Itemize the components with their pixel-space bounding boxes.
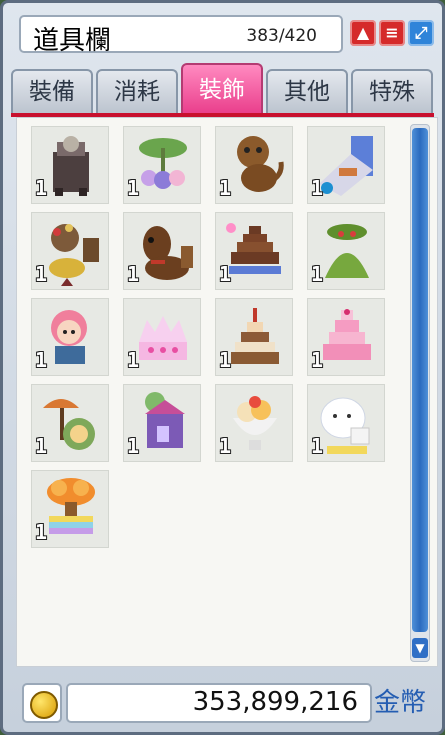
tab-etc[interactable]: 其他 <box>266 69 348 113</box>
item-quantity: 1 <box>219 434 232 458</box>
item-quantity: 1 <box>127 176 140 200</box>
menu-button[interactable]: ≡ <box>379 20 405 46</box>
item-slot[interactable]: 1 <box>123 384 201 462</box>
scrollbar-thumb[interactable] <box>412 128 428 632</box>
inventory-capacity: 383/420 <box>246 26 317 46</box>
item-slot[interactable]: 1 <box>215 298 293 376</box>
item-slot[interactable]: 1 <box>31 384 109 462</box>
item-slot[interactable]: 1 <box>123 126 201 204</box>
item-quantity: 1 <box>219 176 232 200</box>
item-quantity: 1 <box>219 348 232 372</box>
item-slot[interactable]: 1 <box>307 212 385 290</box>
item-quantity: 1 <box>127 348 140 372</box>
item-quantity: 1 <box>219 262 232 286</box>
item-slot[interactable]: 1 <box>307 126 385 204</box>
item-quantity: 1 <box>311 348 324 372</box>
tab-consumables[interactable]: 消耗 <box>96 69 178 113</box>
inventory-window: 道具欄 383/420 ▲ ≡ ⤢ 裝備 消耗 裝飾 其他 特殊 1 1 1 1… <box>0 0 445 735</box>
currency-label: 金幣 <box>374 688 427 718</box>
tab-special[interactable]: 特殊 <box>351 69 433 113</box>
item-quantity: 1 <box>35 176 48 200</box>
tab-equipment[interactable]: 裝備 <box>11 69 93 113</box>
money-bar: 353,899,216 金幣 <box>18 677 438 723</box>
title-box: 道具欄 383/420 <box>19 15 343 56</box>
money-field: 353,899,216 <box>66 683 372 723</box>
item-slot[interactable]: 1 <box>123 212 201 290</box>
item-slot[interactable]: 1 <box>31 212 109 290</box>
item-slot[interactable]: 1 <box>31 126 109 204</box>
item-quantity: 1 <box>311 434 324 458</box>
item-quantity: 1 <box>311 176 324 200</box>
item-quantity: 1 <box>311 262 324 286</box>
inventory-scrollbar[interactable]: ▼ <box>410 124 430 662</box>
item-slot[interactable]: 1 <box>31 298 109 376</box>
item-quantity: 1 <box>35 434 48 458</box>
title-bar: 道具欄 383/420 ▲ ≡ ⤢ <box>11 11 434 56</box>
scroll-down-button[interactable]: ▼ <box>412 638 428 658</box>
item-quantity: 1 <box>127 434 140 458</box>
item-quantity: 1 <box>35 262 48 286</box>
coin-icon <box>30 691 58 719</box>
item-slot[interactable]: 1 <box>307 384 385 462</box>
item-slot[interactable]: 1 <box>215 212 293 290</box>
tab-decorations[interactable]: 裝飾 <box>181 63 263 113</box>
item-slot[interactable]: 1 <box>31 470 109 548</box>
item-quantity: 1 <box>35 348 48 372</box>
item-slot[interactable]: 1 <box>307 298 385 376</box>
items-panel: 1 1 1 1 1 1 1 1 1 1 1 1 1 1 1 1 1 ▼ <box>16 117 438 667</box>
window-title: 道具欄 <box>33 26 112 56</box>
item-slot[interactable]: 1 <box>123 298 201 376</box>
sort-button[interactable]: ▲ <box>350 20 376 46</box>
money-amount: 353,899,216 <box>192 687 358 717</box>
category-tabs: 裝備 消耗 裝飾 其他 特殊 <box>11 63 434 113</box>
item-quantity: 1 <box>127 262 140 286</box>
item-slot[interactable]: 1 <box>215 126 293 204</box>
coin-button[interactable] <box>22 683 62 723</box>
item-quantity: 1 <box>35 520 48 544</box>
item-slot[interactable]: 1 <box>215 384 293 462</box>
expand-button[interactable]: ⤢ <box>408 20 434 46</box>
